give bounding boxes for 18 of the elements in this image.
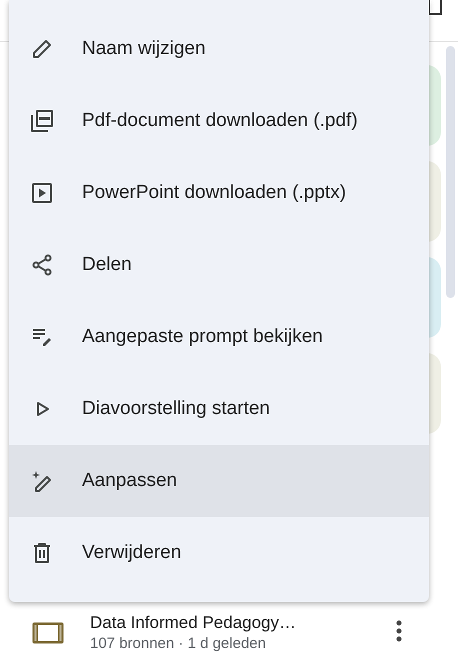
- item-subtitle: 107 bronnen · 1 d geleden: [90, 634, 267, 654]
- menu-item[interactable]: Diavoorstelling starten: [9, 373, 429, 445]
- item-title[interactable]: Data Informed Pedagogy…: [90, 612, 296, 634]
- menu-item[interactable]: Verwijderen: [9, 517, 429, 589]
- menu-item[interactable]: Aanpassen: [9, 445, 429, 517]
- play-box-icon: [30, 181, 54, 205]
- menu-item[interactable]: Aangepaste prompt bekijken: [9, 301, 429, 373]
- menu-item[interactable]: Naam wijzigen: [9, 13, 429, 85]
- menu-item[interactable]: Pdf-document downloaden (.pdf): [9, 85, 429, 157]
- pdf-icon: [30, 109, 54, 133]
- scrollbar[interactable]: [446, 46, 455, 298]
- share-icon: [30, 253, 54, 277]
- more-options-icon[interactable]: [395, 619, 403, 643]
- slides-icon: [31, 620, 65, 644]
- sparkle-pencil-icon: [30, 469, 54, 493]
- pencil-icon: [30, 37, 54, 61]
- menu-item[interactable]: Delen: [9, 229, 429, 301]
- menu-item[interactable]: PowerPoint downloaden (.pptx): [9, 157, 429, 229]
